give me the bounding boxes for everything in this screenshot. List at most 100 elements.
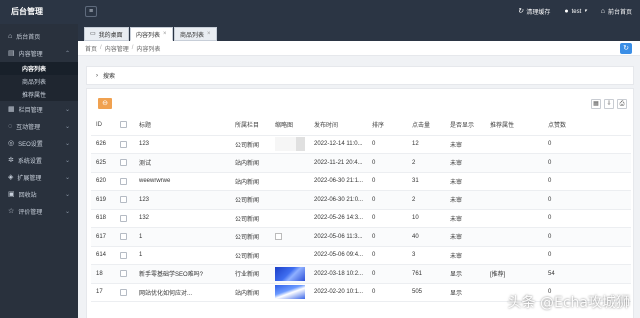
tab-product-list[interactable]: 商品列表 × (174, 27, 217, 41)
sidebar-subitem-recommend[interactable]: 推荐属性 (0, 88, 78, 101)
row-checkbox[interactable] (120, 251, 127, 259)
cell-column: 站内新闻 (230, 283, 270, 302)
sidebar-item-recycle[interactable]: ▣ 回收站 ⌄ (0, 186, 78, 203)
sidebar-item-home[interactable]: ⌂ 后台首页 (0, 28, 78, 45)
cell-id: 625 (91, 153, 115, 173)
cell-show: 未审 (445, 209, 485, 228)
row-checkbox[interactable] (120, 214, 127, 222)
sidebar-subitem-content-list[interactable]: 内容列表 (0, 62, 78, 75)
print-button[interactable]: ⎙ (617, 99, 627, 109)
col-header-time: 发布时间 (309, 115, 367, 136)
cell-clicks: 505 (407, 283, 445, 302)
cell-select[interactable] (115, 246, 134, 265)
close-icon[interactable]: × (207, 31, 211, 37)
app-title: 后台管理 (11, 7, 43, 16)
seo-icon: ◎ (8, 140, 15, 147)
col-header-id[interactable]: ID (91, 115, 115, 136)
sidebar-toggle-button[interactable]: ≡ (85, 6, 97, 17)
table-row[interactable]: 625 测试 站内新闻 2022-11-21 20:4... 0 2 未审 0 (91, 153, 631, 173)
frontend-link[interactable]: ⌂ 前台首页 (601, 7, 632, 16)
cell-select[interactable] (115, 190, 134, 210)
table-row[interactable]: 620 weewrwrwe 站内新闻 2022-06-30 21:1... 0 31 未审 0 (91, 172, 631, 191)
tab-content-list[interactable]: 内容列表 × (130, 27, 173, 41)
cell-time: 2022-05-06 11:3... (309, 227, 367, 247)
user-menu[interactable]: ● test ▾ (564, 7, 586, 16)
search-panel[interactable]: › 搜索 (86, 66, 634, 85)
select-all-checkbox[interactable] (120, 121, 127, 129)
sidebar-item-content[interactable]: ▤ 内容管理 ⌃ (0, 45, 78, 62)
sidebar-item-system[interactable]: ✲ 系统设置 ⌄ (0, 152, 78, 169)
refresh-icon: ↻ (517, 8, 524, 15)
cell-recommend (485, 172, 543, 191)
breadcrumb-content[interactable]: 内容管理 (105, 44, 129, 53)
cell-sort: 0 (367, 264, 407, 284)
sidebar-item-label: 系统设置 (17, 159, 42, 165)
sidebar-item-extension[interactable]: ◈ 扩展管理 ⌄ (0, 169, 78, 186)
cell-recommend (485, 209, 543, 228)
cell-select[interactable] (115, 153, 134, 173)
chevron-down-icon: ▾ (584, 8, 587, 14)
sidebar-item-label: 内容管理 (18, 52, 43, 58)
cell-time: 2022-11-21 20:4... (309, 153, 367, 173)
row-checkbox[interactable] (120, 140, 127, 148)
cell-thumb (270, 153, 309, 173)
row-checkbox[interactable] (120, 288, 127, 296)
tab-bar: ▭ 我的桌面 内容列表 × 商品列表 × (78, 24, 640, 41)
refresh-button[interactable]: ↻ (620, 43, 632, 54)
row-checkbox[interactable] (120, 196, 127, 204)
cell-select[interactable] (115, 227, 134, 247)
chevron-down-icon: ⌄ (64, 192, 70, 198)
cell-select[interactable] (115, 264, 134, 284)
cell-show: 显示 (445, 264, 485, 284)
table-row[interactable]: 18 新手零基础学SEO难吗? 行业新闻 2022-03-18 10:2... 0 761… (91, 264, 631, 284)
columns-filter-button[interactable]: ▦ (591, 99, 601, 109)
desktop-icon: ▭ (90, 31, 96, 37)
export-button[interactable]: ⇩ (604, 99, 614, 109)
sidebar-item-review[interactable]: ☆ 评价管理 ⌄ (0, 203, 78, 220)
cell-select[interactable] (115, 209, 134, 228)
col-header-select[interactable] (115, 115, 134, 136)
table-toolbar: ▦ ⇩ ⎙ (591, 99, 627, 109)
search-panel-label: 搜索 (103, 74, 116, 80)
cell-title: 1 (134, 246, 230, 265)
row-checkbox[interactable] (120, 159, 127, 167)
sidebar-subitem-product-list[interactable]: 商品列表 (0, 75, 78, 88)
cell-likes: 0 (543, 135, 631, 154)
cell-title: 新手零基础学SEO难吗? (134, 264, 230, 284)
tab-desktop[interactable]: ▭ 我的桌面 (84, 27, 129, 41)
cell-clicks: 3 (407, 246, 445, 265)
row-checkbox[interactable] (120, 177, 127, 185)
table-row[interactable]: 619 123 公司新闻 2022-06-30 21:0... 0 2 未审 0 (91, 190, 631, 210)
table-row[interactable]: 626 123 公司新闻 2022-12-14 11:0... 0 12 未审 0 (91, 135, 631, 154)
row-checkbox[interactable] (120, 270, 127, 278)
close-icon[interactable]: × (163, 31, 167, 37)
delete-button[interactable]: ⊖ (98, 98, 112, 109)
home-icon: ⌂ (8, 33, 13, 40)
cell-title: 网站优化如何应对... (134, 283, 230, 302)
content-panel: ⊖ ▦ ⇩ ⎙ ID 标题 所属栏目 缩略图 发布时间 排序 点击量 是否显示 … (86, 88, 634, 318)
cell-select[interactable] (115, 172, 134, 191)
cell-sort: 0 (367, 246, 407, 265)
breadcrumb-home[interactable]: 首页 (85, 44, 97, 53)
row-checkbox[interactable] (120, 233, 127, 241)
clear-cache-button[interactable]: ↻ 清理缓存 (517, 7, 550, 16)
sidebar-item-seo[interactable]: ◎ SEO设置 ⌄ (0, 135, 78, 152)
table-row[interactable]: 614 1 公司新闻 2022-05-06 09:4... 0 3 未审 0 (91, 246, 631, 265)
sidebar-item-label: 栏目管理 (18, 108, 43, 114)
tab-label: 内容列表 (136, 32, 161, 39)
refresh-icon: ↻ (623, 45, 629, 52)
sidebar-item-interaction[interactable]: ◌ 互动管理 ⌄ (0, 118, 78, 135)
cell-recommend (485, 246, 543, 265)
cell-select[interactable] (115, 283, 134, 302)
star-icon: ☆ (8, 208, 15, 215)
sidebar: ⌂ 后台首页 ▤ 内容管理 ⌃ 内容列表 商品列表 推荐属性 ▦ 栏目管理 ⌄ ◌ 互动管理… (0, 24, 78, 318)
chevron-down-icon: ⌄ (64, 158, 70, 164)
cell-column: 行业新闻 (230, 264, 270, 284)
cell-select[interactable] (115, 135, 134, 154)
col-header-sort: 排序 (367, 115, 407, 136)
table-row[interactable]: 617 1 公司新闻 2022-05-06 11:3... 0 40 未审 0 (91, 227, 631, 247)
cell-sort: 0 (367, 135, 407, 154)
sidebar-item-columns[interactable]: ▦ 栏目管理 ⌄ (0, 101, 78, 118)
cell-column: 公司新闻 (230, 209, 270, 228)
table-row[interactable]: 618 132 公司新闻 2022-05-26 14:3... 0 10 未审 0 (91, 209, 631, 228)
